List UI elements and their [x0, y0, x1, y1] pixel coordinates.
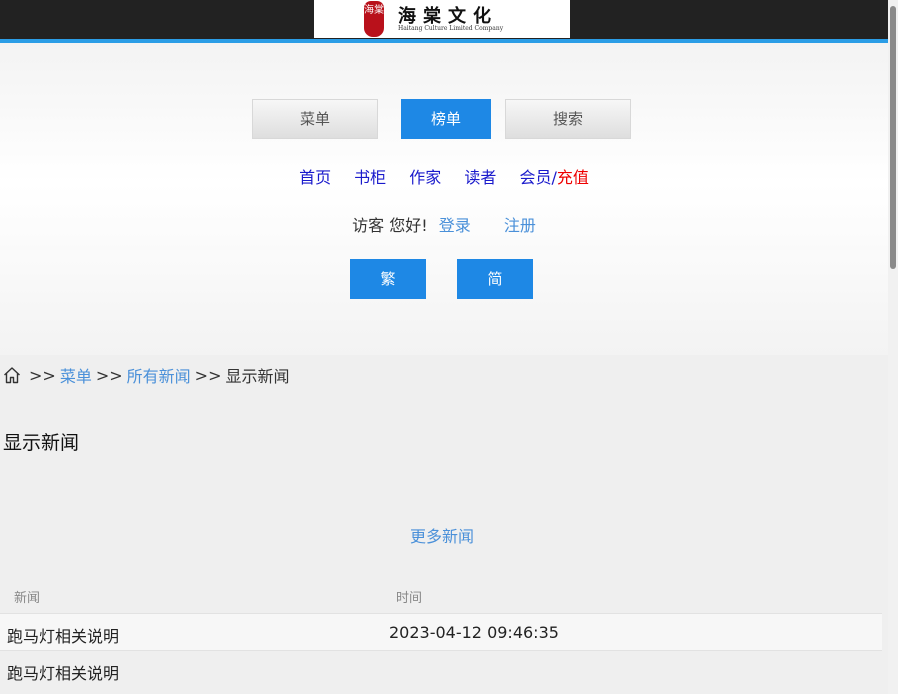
- vertical-scrollbar[interactable]: [888, 0, 898, 694]
- breadcrumb-separator: >>: [95, 365, 123, 385]
- top-bar: 海棠 海棠文化 Haitang Culture Limited Company: [0, 0, 888, 39]
- nav-link-bookshelf[interactable]: 书柜: [354, 168, 386, 187]
- visitor-greeting: 访客 您好!: [352, 216, 428, 235]
- breadcrumb-all-news[interactable]: 所有新闻: [127, 363, 191, 387]
- site-logo[interactable]: 海棠 海棠文化 Haitang Culture Limited Company: [314, 0, 570, 38]
- breadcrumb-menu[interactable]: 菜单: [60, 363, 92, 387]
- logo-subtitle: Haitang Culture Limited Company: [398, 25, 504, 32]
- logo-seal: 海棠: [364, 1, 384, 37]
- news-table: 新闻 时间 跑马灯相关说明 2023-04-12 09:46:35 跑马灯相关说…: [0, 577, 882, 687]
- breadcrumb-separator: >>: [29, 365, 56, 385]
- welcome-row: 访客 您好! 登录 注册: [0, 212, 888, 236]
- nav-link-authors[interactable]: 作家: [409, 168, 441, 187]
- column-header-news: 新闻: [14, 591, 41, 606]
- traditional-chinese-button[interactable]: 繁: [350, 259, 426, 299]
- tab-row: 菜单 榜单 搜索: [0, 99, 888, 139]
- news-title-cell[interactable]: 跑马灯相关说明: [7, 660, 119, 684]
- member-recharge-group: 会员/充值: [520, 168, 589, 187]
- tab-ranking[interactable]: 榜单: [401, 99, 491, 139]
- register-link[interactable]: 注册: [504, 216, 536, 235]
- page-title: 显示新闻: [3, 432, 80, 454]
- news-time-cell: 2023-04-12 09:46:35: [389, 623, 559, 642]
- nav-link-recharge[interactable]: 充值: [557, 168, 589, 187]
- nav-link-member[interactable]: 会员: [520, 168, 552, 187]
- home-icon[interactable]: [3, 366, 21, 384]
- tab-menu[interactable]: 菜单: [252, 99, 378, 139]
- nav-panel: 菜单 榜单 搜索 首页 书柜 作家 读者 会员/充值 访客 您好! 登录 注册 …: [0, 43, 888, 355]
- table-header: 新闻 时间: [0, 577, 882, 613]
- tab-search[interactable]: 搜索: [505, 99, 631, 139]
- more-news: 更多新闻: [0, 523, 884, 547]
- table-row[interactable]: 跑马灯相关说明 2023-04-12 09:46:35: [0, 613, 882, 650]
- breadcrumb: >> 菜单 >> 所有新闻 >> 显示新闻: [3, 364, 289, 386]
- news-title-cell[interactable]: 跑马灯相关说明: [7, 623, 119, 647]
- breadcrumb-separator: >>: [194, 365, 222, 385]
- page: 海棠 海棠文化 Haitang Culture Limited Company …: [0, 0, 898, 694]
- nav-link-readers[interactable]: 读者: [464, 168, 496, 187]
- login-link[interactable]: 登录: [439, 216, 471, 235]
- simplified-chinese-button[interactable]: 简: [457, 259, 533, 299]
- nav-link-home[interactable]: 首页: [299, 168, 331, 187]
- main-nav-links: 首页 书柜 作家 读者 会员/充值: [0, 164, 888, 188]
- column-header-time: 时间: [396, 591, 423, 606]
- table-row[interactable]: 跑马灯相关说明: [0, 650, 882, 687]
- scrollbar-thumb[interactable]: [890, 6, 896, 269]
- breadcrumb-current: 显示新闻: [225, 367, 290, 386]
- more-news-link[interactable]: 更多新闻: [410, 527, 474, 546]
